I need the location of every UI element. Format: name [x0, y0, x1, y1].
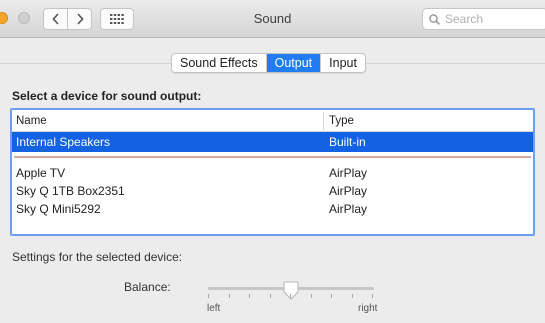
table-row[interactable]: Sky Q Mini5292 AirPlay [12, 200, 533, 218]
search-icon [429, 13, 440, 25]
tick-mark [331, 294, 332, 298]
balance-left-label: left [207, 303, 221, 314]
device-type: AirPlay [329, 166, 368, 180]
table-row[interactable]: Apple TV AirPlay [12, 164, 533, 182]
settings-heading: Settings for the selected device: [12, 250, 183, 264]
tick-mark [228, 294, 230, 298]
slider-ticks [208, 294, 374, 299]
device-name: Sky Q 1TB Box2351 [16, 184, 125, 198]
search-input[interactable] [445, 12, 545, 26]
balance-right-label: right [358, 303, 378, 314]
table-row[interactable]: Internal Speakers Built-in [12, 132, 533, 152]
search-field[interactable] [422, 8, 545, 30]
section-title: Select a device for sound output: [12, 89, 202, 103]
device-name: Internal Speakers [16, 135, 111, 149]
device-type: AirPlay [329, 184, 368, 198]
tick-mark [351, 294, 353, 298]
device-name: Apple TV [16, 166, 66, 180]
column-header-type[interactable]: Type [329, 115, 354, 127]
tab-input[interactable]: Input [321, 54, 365, 72]
table-row[interactable]: Sky Q 1TB Box2351 AirPlay [12, 182, 533, 200]
row-separator [12, 152, 533, 164]
tick-mark [269, 294, 271, 298]
tick-mark [208, 294, 209, 298]
device-type: Built-in [329, 135, 366, 149]
device-type: AirPlay [329, 202, 368, 216]
tick-mark [310, 294, 312, 298]
tick-mark [249, 294, 250, 298]
output-device-table[interactable]: Name Type Internal Speakers Built-in App… [10, 108, 535, 236]
tab-bar: Sound Effects Output Input [171, 53, 366, 73]
column-divider [323, 112, 324, 130]
title-bar: Sound [0, 0, 545, 38]
balance-label: Balance: [124, 280, 171, 294]
tick-mark [290, 294, 291, 298]
tick-mark [372, 294, 373, 298]
device-name: Sky Q Mini5292 [16, 202, 101, 216]
table-header: Name Type [12, 110, 533, 132]
tab-output[interactable]: Output [266, 54, 322, 72]
column-header-name[interactable]: Name [16, 115, 47, 127]
tab-sound-effects[interactable]: Sound Effects [172, 54, 267, 72]
sound-preferences-window: Sound Sound Effects Output Input Select … [0, 0, 545, 323]
